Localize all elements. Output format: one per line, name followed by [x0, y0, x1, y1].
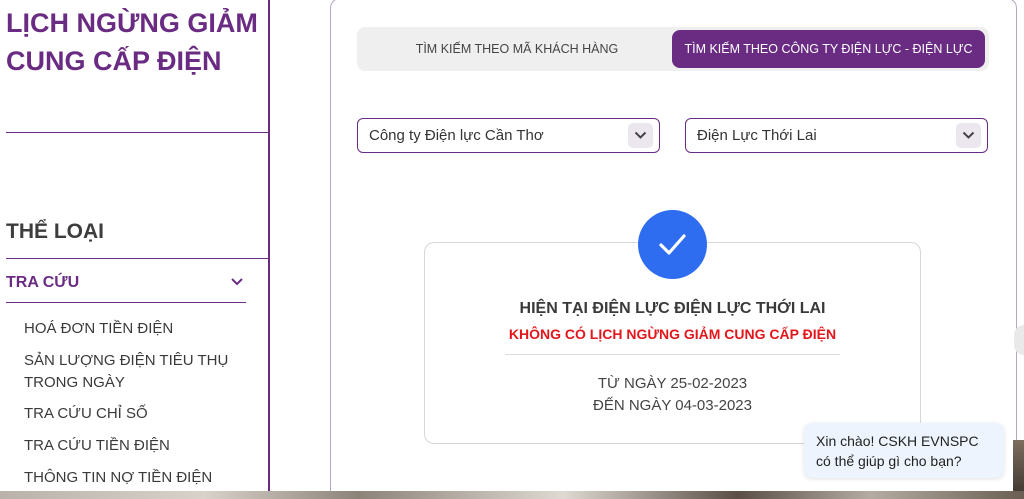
- company-select[interactable]: Công ty Điện lực Cần Thơ: [357, 118, 660, 153]
- footer-image-strip: [0, 491, 1024, 499]
- chevron-down-icon: [634, 131, 647, 139]
- chevron-down-icon: [962, 131, 975, 139]
- chevron-down-icon[interactable]: [230, 275, 244, 289]
- chat-greeting-line-2: có thể giúp gì cho bạn?: [816, 453, 962, 469]
- side-scroll-tab[interactable]: [1014, 325, 1024, 355]
- chat-greeting-bubble[interactable]: Xin chào! CSKH EVNSPC có thể giúp gì cho…: [804, 423, 1004, 478]
- success-badge: [638, 210, 707, 279]
- branch-select-toggle[interactable]: [956, 123, 981, 148]
- result-title: HIỆN TẠI ĐIỆN LỰC ĐIỆN LỰC THỚI LAI: [519, 300, 826, 317]
- category-heading: THỂ LOẠI: [6, 220, 104, 243]
- branch-select[interactable]: Điện Lực Thới Lai: [685, 118, 988, 153]
- date-to: ĐẾN NGÀY 04-03-2023: [593, 397, 752, 414]
- company-select-toggle[interactable]: [628, 123, 653, 148]
- chat-greeting-line-1: Xin chào! CSKH EVNSPC: [816, 433, 979, 449]
- menu-item-meter-index[interactable]: TRA CỨU CHỈ SỐ: [24, 403, 254, 425]
- menu-item-debt-info[interactable]: THÔNG TIN NỢ TIỀN ĐIỆN: [24, 467, 254, 489]
- search-mode-tabs: TÌM KIẾM THEO MÃ KHÁCH HÀNG TÌM KIẾM THE…: [357, 27, 989, 71]
- result-divider: [505, 354, 840, 355]
- lookup-section-label: TRA CỨU: [6, 274, 80, 291]
- lookup-section-toggle[interactable]: TRA CỨU: [6, 271, 246, 303]
- page-title: LỊCH NGỪNG GIẢM CUNG CẤP ĐIỆN: [6, 8, 258, 76]
- menu-item-electricity-cost[interactable]: TRA CỨU TIỀN ĐIỆN: [24, 435, 254, 457]
- check-icon: [659, 234, 686, 255]
- date-from: TỪ NGÀY 25-02-2023: [597, 375, 748, 392]
- lookup-menu: HOÁ ĐƠN TIỀN ĐIỆN SẢN LƯỢNG ĐIỆN TIÊU TH…: [24, 318, 254, 499]
- category-divider: [6, 258, 268, 259]
- menu-item-electricity-bill[interactable]: HOÁ ĐƠN TIỀN ĐIỆN: [24, 318, 254, 340]
- menu-item-daily-consumption[interactable]: SẢN LƯỢNG ĐIỆN TIÊU THỤ TRONG NGÀY: [24, 350, 254, 394]
- company-select-value: Công ty Điện lực Cần Thơ: [369, 127, 544, 144]
- tab-search-by-power-company[interactable]: TÌM KIẾM THEO CÔNG TY ĐIỆN LỰC - ĐIỆN LỰ…: [672, 30, 985, 68]
- sidebar: LỊCH NGỪNG GIẢM CUNG CẤP ĐIỆN THỂ LOẠI T…: [0, 0, 270, 499]
- branch-select-value: Điện Lực Thới Lai: [697, 127, 817, 144]
- tab-search-by-customer-code[interactable]: TÌM KIẾM THEO MÃ KHÁCH HÀNG: [367, 30, 667, 68]
- result-subtitle: KHÔNG CÓ LỊCH NGỪNG GIẢM CUNG CẤP ĐIỆN: [508, 326, 837, 342]
- title-divider: [6, 132, 268, 133]
